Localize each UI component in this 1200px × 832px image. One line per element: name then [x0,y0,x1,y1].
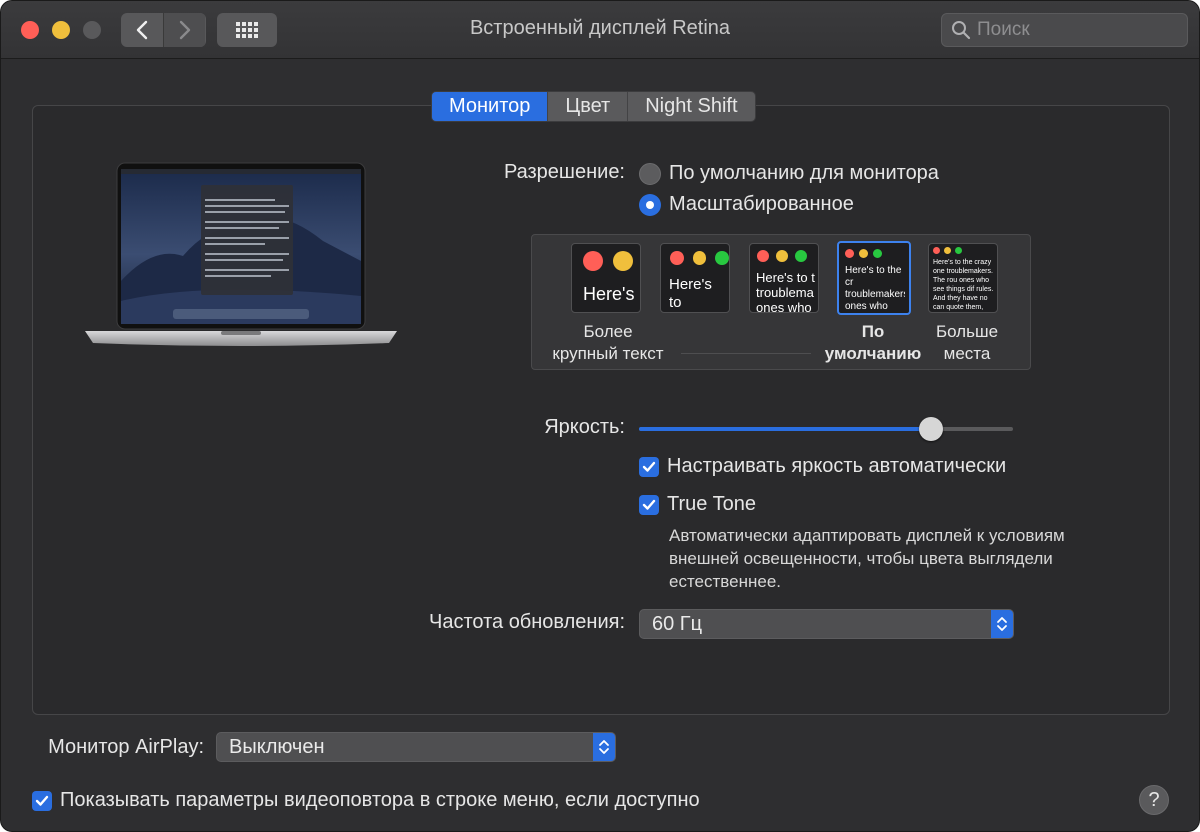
scale-sample-text: Here's [583,284,635,304]
airplay-value: Выключен [229,736,325,758]
brightness-slider[interactable] [639,417,1013,441]
search-icon [952,21,971,40]
search-placeholder: Поиск [977,19,1030,40]
search-field[interactable]: Поиск [941,13,1188,47]
resolution-label: Разрешение: [503,161,625,183]
airplay-select[interactable]: Выключен [216,732,616,762]
caption-line: Больше [935,322,999,341]
refresh-rate-select[interactable]: 60 Гц [639,609,1014,639]
yellow-light-icon [944,246,951,254]
macbook-image [85,162,397,346]
red-light-icon [757,250,769,262]
green-light-icon [795,250,807,262]
mirroring-menu-checkbox[interactable]: Показывать параметры видеоповтора в стро… [32,789,700,812]
resolution-scaled-radio[interactable]: Масштабированное [639,193,854,216]
tab-night-shift[interactable]: Night Shift [627,92,754,121]
resolution-default-label: По умолчанию для монитора [669,162,939,184]
checkbox-checked [639,456,659,477]
green-light-icon [715,251,729,265]
tab-bar: Монитор Цвет Night Shift [431,91,756,122]
checkbox-checked [639,494,659,515]
yellow-light-icon [613,251,633,271]
yellow-light-icon [859,248,868,258]
help-button[interactable]: ? [1139,785,1169,815]
scale-option-larger-text[interactable]: Here's [571,243,641,313]
updown-arrows-icon [991,610,1013,638]
scale-sample-text: Here's to the crazy one troublemakers. T… [933,259,994,311]
yellow-light-icon [692,251,707,265]
scale-option-3[interactable]: Here's to t troublema ones who [749,243,819,313]
red-light-icon [845,248,854,258]
caption-line: умолчанию [824,344,922,363]
caption-default: По умолчанию [813,321,933,365]
updown-arrows-icon [593,733,615,761]
brightness-slider-knob[interactable] [918,417,943,441]
airplay-label: Монитор AirPlay: [48,736,204,758]
yellow-light-icon [776,250,788,262]
true-tone-checkbox[interactable]: True Tone [639,493,756,516]
scale-option-2[interactable]: Here's to troublem [660,243,730,313]
preferences-window: Встроенный дисплей Retina Поиск Монитор … [0,0,1200,832]
checkmark-icon [642,499,656,510]
refresh-rate-label: Частота обновления: [429,611,625,633]
checkmark-icon [642,461,656,472]
caption-line: места [943,344,991,363]
caption-line: крупный текст [552,344,664,363]
radio-on-indicator [639,193,661,216]
red-light-icon [583,251,603,271]
brightness-label: Яркость: [544,416,625,438]
red-light-icon [933,246,940,254]
caption-more-space: Больше места [921,321,1013,365]
checkbox-checked [32,790,52,811]
radio-off-indicator [639,162,661,185]
tab-color[interactable]: Цвет [547,92,627,121]
resolution-scaled-label: Масштабированное [669,193,854,215]
caption-line: По [861,322,885,341]
auto-brightness-checkbox[interactable]: Настраивать яркость автоматически [639,455,1006,478]
scale-sample-text: Here's to troublem [669,276,712,311]
scale-option-more-space[interactable]: Here's to the crazy one troublemakers. T… [928,243,998,313]
checkmark-icon [35,795,49,806]
green-light-icon [873,248,882,258]
tab-monitor[interactable]: Монитор [432,92,548,121]
caption-larger-text: Более крупный текст [541,321,675,365]
scale-sample-text: Here's to t troublema ones who [756,270,815,313]
true-tone-description: Автоматически адаптировать дисплей к усл… [669,526,1065,591]
scale-option-default[interactable]: Here's to the cr troublemakers. ones who… [837,241,911,315]
scale-sample-text: Here's to the cr troublemakers. ones who… [845,265,905,312]
resolution-default-radio[interactable]: По умолчанию для монитора [639,162,939,185]
refresh-rate-value: 60 Гц [652,613,703,635]
title-bar: Встроенный дисплей Retina Поиск [1,1,1199,59]
brightness-slider-fill [639,427,931,431]
mirroring-menu-label: Показывать параметры видеоповтора в стро… [60,789,700,811]
true-tone-label: True Tone [667,493,756,515]
auto-brightness-label: Настраивать яркость автоматически [667,455,1007,477]
scale-divider-line [681,353,811,354]
red-light-icon [670,251,684,265]
caption-line: Более [583,322,633,341]
green-light-icon [955,246,962,254]
